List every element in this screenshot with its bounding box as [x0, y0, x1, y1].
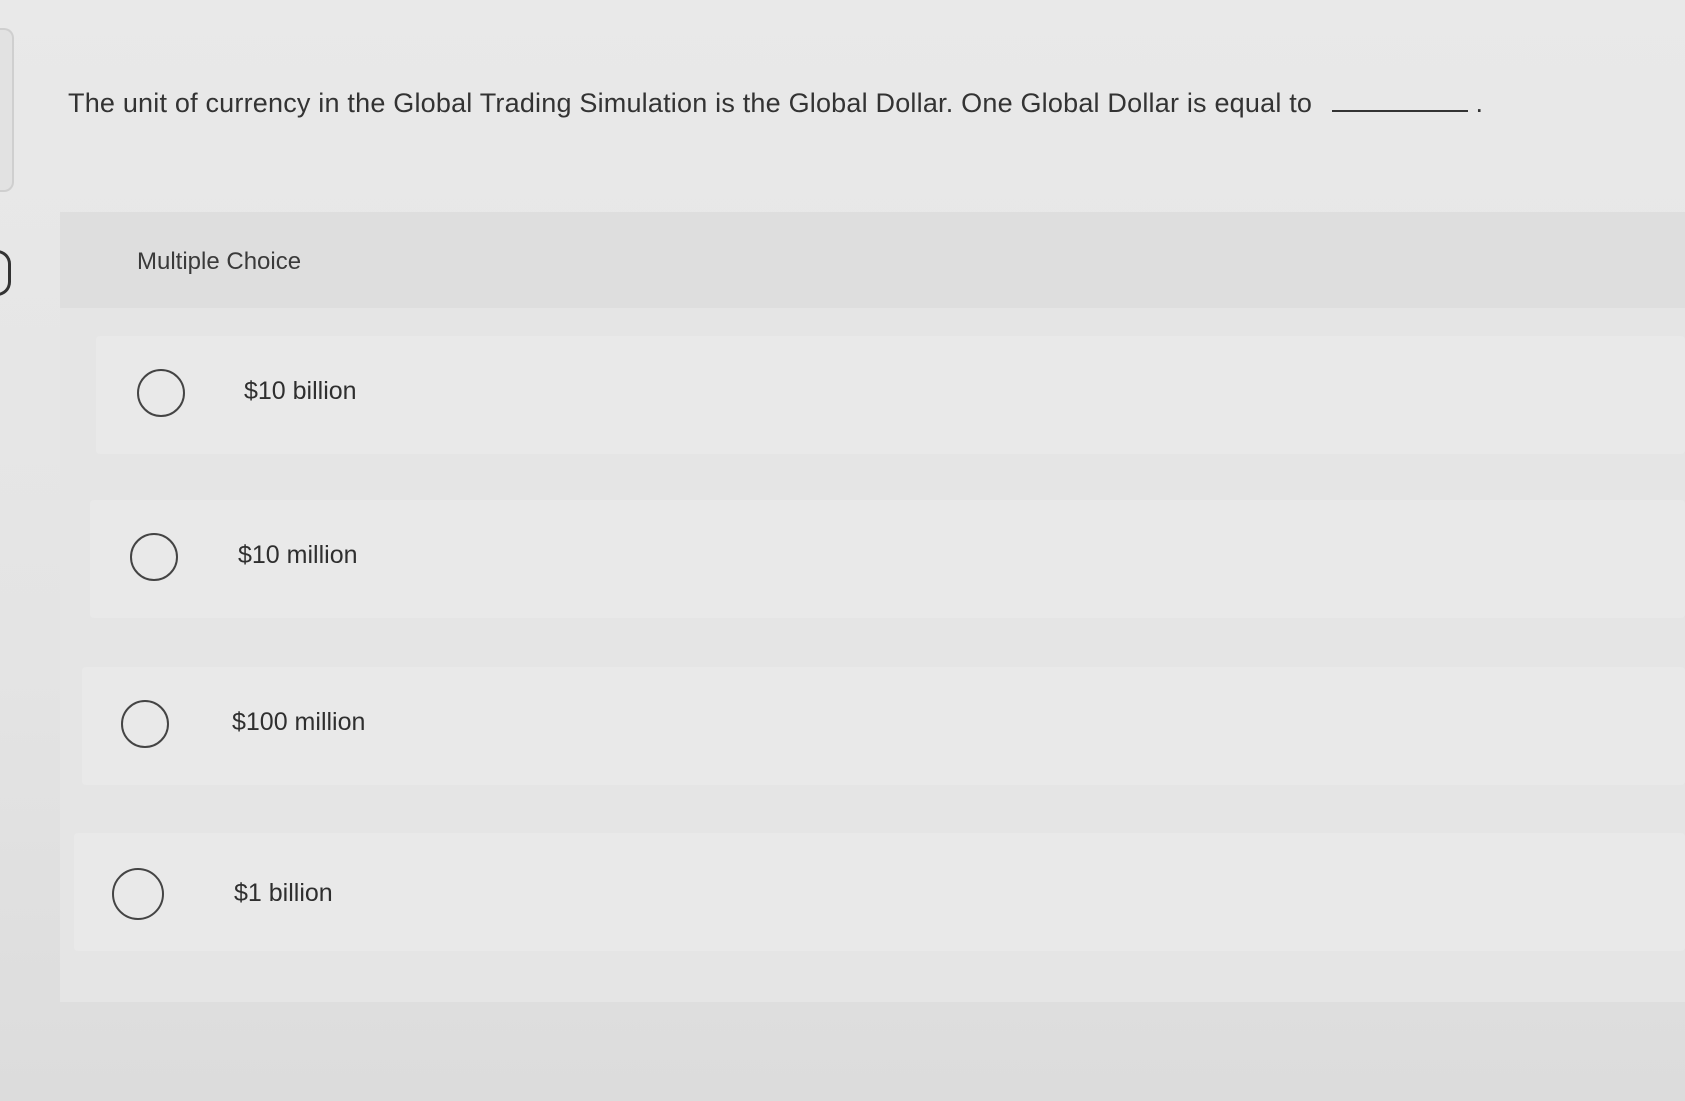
page: The unit of currency in the Global Tradi… — [0, 0, 1685, 1101]
card-header: Multiple Choice — [60, 212, 1685, 308]
option-2[interactable]: $10 million — [90, 500, 1685, 618]
option-1[interactable]: $10 billion — [96, 336, 1685, 454]
radio-button[interactable] — [137, 369, 185, 417]
answer-blank — [1331, 90, 1468, 112]
question-text: The unit of currency in the Global Tradi… — [68, 88, 1313, 118]
option-label: $1 billion — [234, 879, 333, 907]
section-label: Multiple Choice — [137, 248, 302, 275]
option-3[interactable]: $100 million — [82, 667, 1685, 785]
question-prompt: The unit of currency in the Global Tradi… — [68, 88, 1508, 119]
option-label: $10 billion — [244, 377, 357, 405]
question-period: . — [1475, 88, 1484, 118]
option-4[interactable]: $1 billion — [74, 833, 1685, 951]
left-panel-toggle[interactable] — [0, 250, 11, 296]
radio-button[interactable] — [121, 700, 169, 748]
radio-button[interactable] — [130, 533, 178, 581]
option-label: $100 million — [232, 708, 366, 736]
multiple-choice-card: Multiple Choice $10 billion $10 million … — [60, 212, 1685, 1002]
left-panel-edge — [0, 28, 14, 192]
radio-button[interactable] — [112, 868, 164, 920]
option-label: $10 million — [238, 541, 358, 569]
